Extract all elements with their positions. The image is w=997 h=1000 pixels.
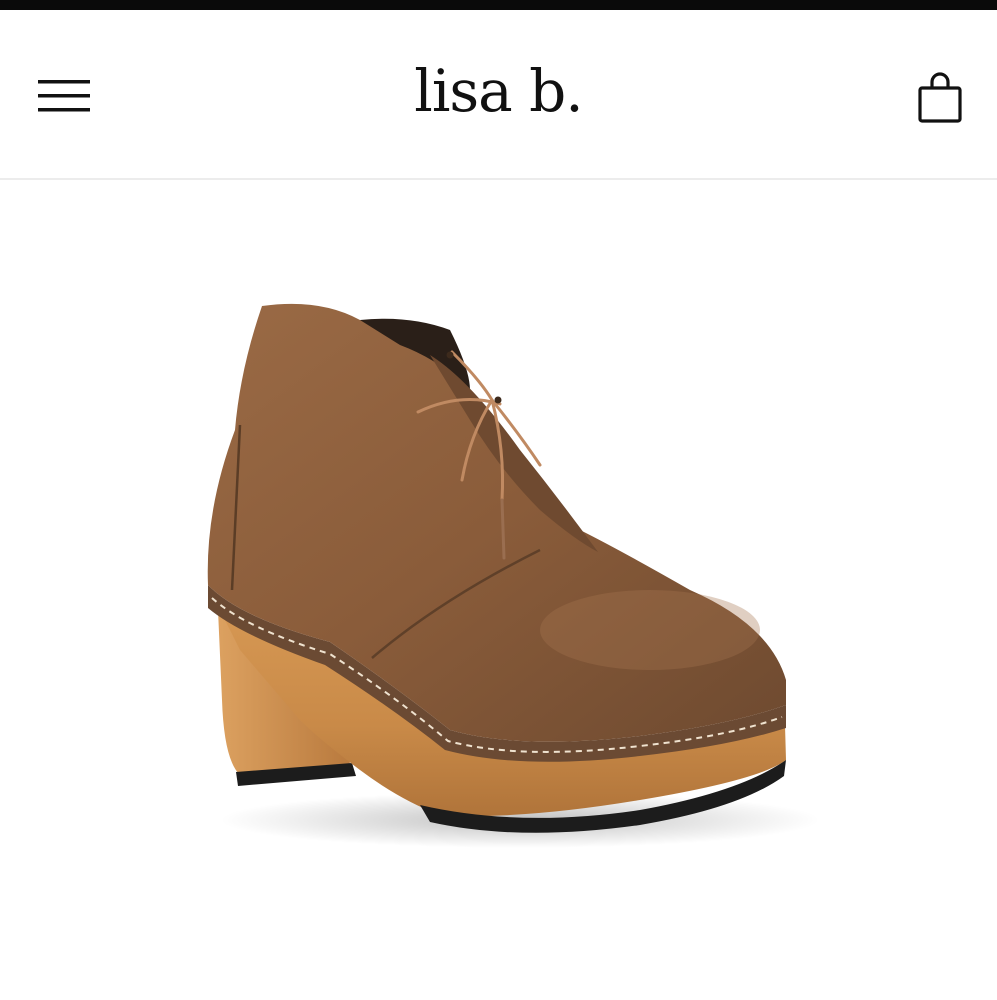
shopping-bag-icon <box>918 72 962 123</box>
toe-highlight <box>540 590 760 670</box>
status-bar <box>0 0 997 10</box>
product-image[interactable] <box>0 180 997 1000</box>
brand-logo[interactable]: lisa b. <box>0 62 997 120</box>
site-header: lisa b. <box>0 10 997 180</box>
eyelet <box>446 351 454 359</box>
cart-button[interactable] <box>908 66 972 130</box>
product-image-area <box>0 180 997 1000</box>
eyelet <box>494 396 502 404</box>
